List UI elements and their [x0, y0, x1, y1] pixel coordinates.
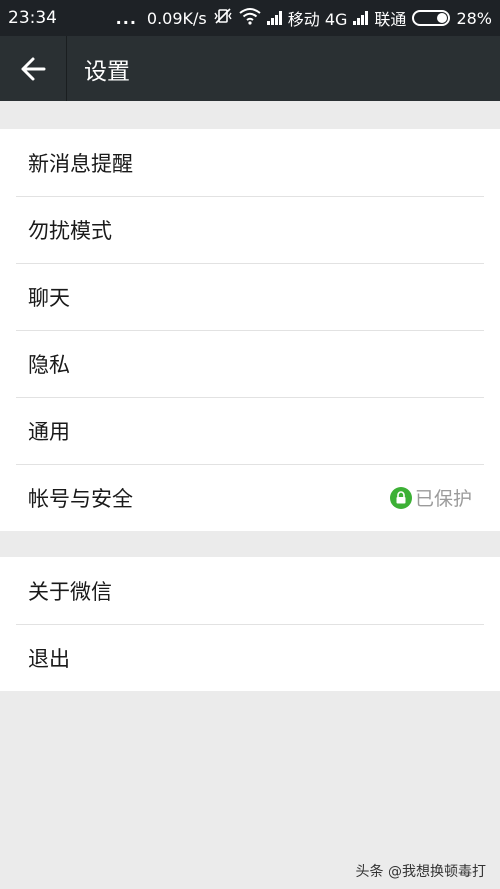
signal2-icon	[353, 11, 369, 25]
carrier1-label: 移动 4G	[287, 10, 348, 29]
settings-item-label: 勿扰模式	[28, 218, 112, 243]
lock-icon	[389, 486, 412, 509]
settings-item-new-message[interactable]: 新消息提醒	[0, 129, 500, 196]
settings-item-about[interactable]: 关于微信	[0, 557, 500, 624]
watermark: 头条 @我想换顿毒打	[355, 864, 486, 880]
settings-item-label: 帐号与安全	[28, 486, 133, 511]
settings-group-secondary: 关于微信 退出	[0, 557, 500, 691]
arrow-left-icon	[21, 57, 46, 80]
page-title: 设置	[84, 58, 130, 85]
battery-percent: 28%	[456, 8, 492, 28]
status-bar: 23:34 ... 0.09K/s 移动 4G 联通 28%	[0, 0, 500, 36]
protected-status-label: 已保护	[414, 488, 472, 510]
signal1-icon	[266, 11, 282, 25]
battery-icon	[412, 10, 451, 26]
status-time: 23:34	[8, 8, 57, 28]
net-speed: 0.09K/s	[146, 8, 207, 28]
settings-item-do-not-disturb[interactable]: 勿扰模式	[0, 196, 500, 263]
status-right: ... 0.09K/s 移动 4G 联通 28%	[116, 6, 492, 30]
notification-dots: ...	[115, 8, 137, 28]
title-bar: 设置	[0, 36, 500, 101]
settings-group-main: 新消息提醒 勿扰模式 聊天 隐私 通用 帐号与安全 已保护	[0, 129, 500, 531]
settings-item-label: 通用	[28, 419, 70, 444]
settings-item-general[interactable]: 通用	[0, 397, 500, 464]
settings-item-label: 退出	[28, 646, 70, 671]
vibrate-off-icon	[213, 7, 233, 29]
settings-item-chat[interactable]: 聊天	[0, 263, 500, 330]
settings-item-logout[interactable]: 退出	[0, 624, 500, 691]
settings-item-privacy[interactable]: 隐私	[0, 330, 500, 397]
settings-item-label: 关于微信	[28, 579, 112, 604]
protected-status: 已保护	[389, 484, 472, 511]
wifi-icon	[239, 7, 261, 29]
back-button[interactable]	[0, 36, 67, 101]
settings-item-account-security[interactable]: 帐号与安全 已保护	[0, 464, 500, 531]
settings-item-label: 隐私	[28, 352, 70, 377]
settings-item-label: 新消息提醒	[28, 151, 133, 176]
carrier2-label: 联通	[374, 10, 407, 29]
settings-item-label: 聊天	[28, 285, 70, 310]
